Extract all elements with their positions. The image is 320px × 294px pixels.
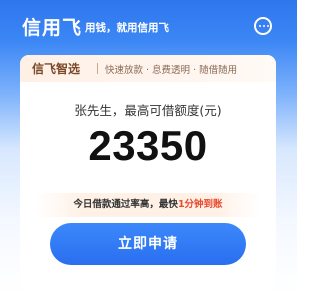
tagline-divider — [97, 63, 98, 74]
app-screen: 信用飞 用钱，就用信用飞 信飞智选 快速放款 · 息费透明 · 随借随用 张先生… — [0, 0, 297, 294]
menu-dot — [258, 24, 262, 28]
menu-dot — [262, 24, 266, 28]
brand-slogan: 用钱，就用信用飞 — [85, 22, 169, 34]
brand-logo-text: 信用飞 — [22, 17, 83, 39]
product-features: 快速放款 · 息费透明 · 随借随用 — [105, 65, 238, 76]
product-name: 信飞智选 — [32, 62, 81, 76]
approval-notice: 今日借款通过率高，最快1分钟到账 — [36, 193, 260, 217]
credit-limit-label: 张先生，最高可借额度(元) — [74, 103, 222, 118]
top-header: 信用飞 用钱，就用信用飞 — [0, 0, 297, 56]
credit-limit-amount: 23350 — [88, 122, 208, 169]
notice-highlight: 1分钟到账 — [177, 199, 223, 210]
product-tagline-bar: 信飞智选 快速放款 · 息费透明 · 随借随用 — [20, 55, 276, 82]
menu-dot — [266, 24, 270, 28]
notice-text: 今日借款通过率高，最快 — [73, 199, 178, 210]
apply-now-button[interactable]: 立即申请 — [50, 223, 246, 265]
more-circle-icon[interactable] — [254, 17, 272, 35]
loan-offer-card: 信飞智选 快速放款 · 息费透明 · 随借随用 张先生，最高可借额度(元) 23… — [20, 55, 276, 290]
